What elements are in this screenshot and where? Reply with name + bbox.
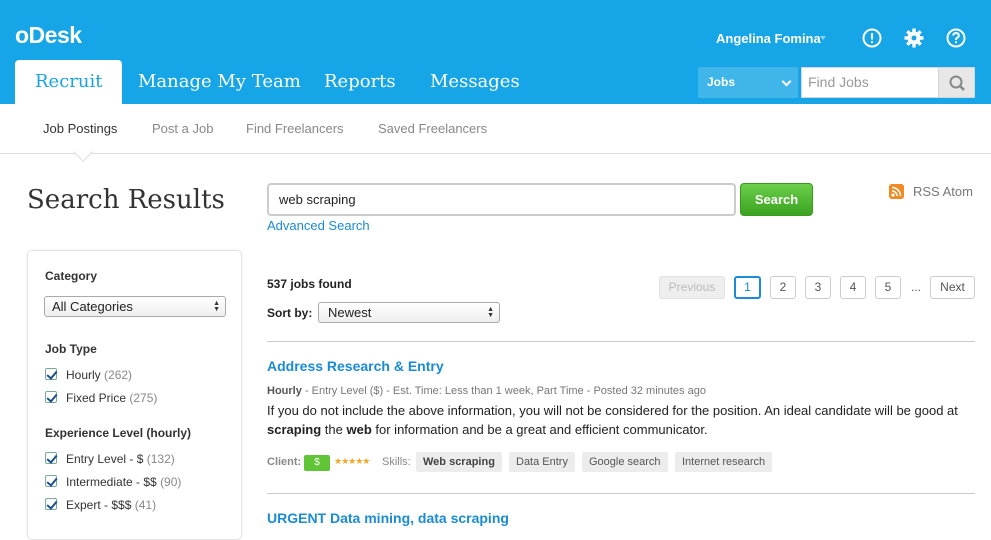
job-search-input[interactable]: web scraping [267,183,736,216]
job-meta-text: - Entry Level ($) - Est. Time: Less than… [301,385,706,397]
payment-verified-badge: $ [304,455,330,471]
user-menu[interactable]: Angelina Fomina [716,31,821,46]
job-type: Hourly [267,385,302,397]
checkbox-intermediate[interactable] [45,475,57,487]
filter-label-text: Intermediate - $$ [66,475,157,489]
subnav-job-postings[interactable]: Job Postings [43,121,117,136]
experience-title: Experience Level (hourly) [45,426,192,440]
highlight-term: scraping [267,422,322,437]
gear-icon[interactable] [904,28,924,48]
job-description-text: for information and be a great and effic… [371,422,708,437]
subnav-saved-freelancers[interactable]: Saved Freelancers [378,121,487,136]
search-icon [949,75,965,91]
rss-icon[interactable] [889,184,904,199]
select-arrows-icon: ▲ ▼ [487,306,494,319]
job-type-title: Job Type [45,342,97,356]
tab-manage-my-team[interactable]: Manage My Team [138,60,301,104]
pagination-page[interactable]: 2 [770,276,796,299]
client-label: Client: [267,456,302,468]
filter-count: (132) [146,452,175,466]
page-title: Search Results [27,185,225,215]
client-rating-stars-icon: ★★★★★ [334,456,370,466]
pagination-page[interactable]: 5 [875,276,901,299]
category-select[interactable]: All Categories ▲ ▼ [44,296,226,317]
filter-label-text: Hourly [66,368,101,382]
sub-navigation: Job Postings Post a Job Find Freelancers… [0,104,991,154]
filter-label-text: Fixed Price [66,391,127,405]
rss-atom-link[interactable]: RSS Atom [913,184,973,199]
skill-tag[interactable]: Web scraping [416,452,502,472]
select-arrows-icon: ▲ ▼ [213,300,220,313]
pagination-page[interactable]: 3 [805,276,831,299]
filter-label: Hourly (262) [66,368,132,382]
pagination-ellipsis: ... [911,280,922,294]
filter-label-text: Expert - $$$ [66,498,132,512]
divider [267,341,975,342]
filter-label: Intermediate - $$ (90) [66,475,181,489]
skill-tag[interactable]: Internet research [675,452,773,472]
sort-select[interactable]: Newest ▲ ▼ [318,302,500,323]
find-jobs-input[interactable]: Find Jobs [801,67,938,98]
filter-count: (275) [129,391,158,405]
tab-reports[interactable]: Reports [324,60,396,104]
odesk-logo[interactable]: oDesk [15,22,82,49]
pagination-previous[interactable]: Previous [659,276,725,299]
filter-count: (41) [134,498,157,512]
pagination-next[interactable]: Next [930,276,975,299]
job-title-link[interactable]: URGENT Data mining, data scraping [267,510,509,526]
alert-icon[interactable] [862,28,882,48]
pagination-page[interactable]: 4 [840,276,866,299]
divider [267,493,975,494]
search-scope-select[interactable]: Jobs [698,67,798,98]
results-count: 537 jobs found [267,277,352,291]
checkbox-fixed-price[interactable] [45,391,57,403]
filter-count: (90) [160,475,182,489]
highlight-term: web [346,422,372,437]
filter-label: Expert - $$$ (41) [66,498,156,512]
filter-label: Entry Level - $ (132) [66,452,175,466]
find-jobs-button[interactable] [938,67,975,98]
filter-label-text: Entry Level - $ [66,452,144,466]
search-button[interactable]: Search [740,183,813,216]
sort-label: Sort by: [267,306,313,320]
tab-messages[interactable]: Messages [430,60,520,104]
job-title-link[interactable]: Address Research & Entry [267,358,444,374]
checkbox-hourly[interactable] [45,368,57,380]
chevron-down-icon [781,76,792,87]
checkbox-entry-level[interactable] [45,452,57,464]
filter-label: Fixed Price (275) [66,391,157,405]
advanced-search-link[interactable]: Advanced Search [267,218,370,233]
skills-label: Skills: [382,456,411,468]
job-description: If you do not include the above informat… [267,401,977,439]
subnav-find-freelancers[interactable]: Find Freelancers [246,121,344,136]
user-menu-caret-icon[interactable] [820,36,826,40]
category-title: Category [45,269,98,283]
tab-recruit[interactable]: Recruit [15,60,123,104]
search-scope-value: Jobs [707,75,736,89]
job-description-text: the [321,422,347,437]
top-header: oDesk Angelina Fomina Recruit Manage My … [0,0,991,104]
filter-count: (262) [104,368,133,382]
help-icon[interactable] [946,28,966,48]
job-description-text: If you do not include the above informat… [267,403,958,418]
sort-select-value: Newest [328,305,372,320]
filter-panel: Category All Categories ▲ ▼ Job Type Hour… [27,250,242,540]
checkbox-expert[interactable] [45,498,57,510]
pagination-page[interactable]: 1 [734,276,761,299]
job-meta: Hourly - Entry Level ($) - Est. Time: Le… [267,385,706,397]
skill-tag[interactable]: Google search [582,452,668,472]
skill-tag[interactable]: Data Entry [509,452,575,472]
category-select-value: All Categories [52,299,133,314]
subnav-post-a-job[interactable]: Post a Job [152,121,213,136]
